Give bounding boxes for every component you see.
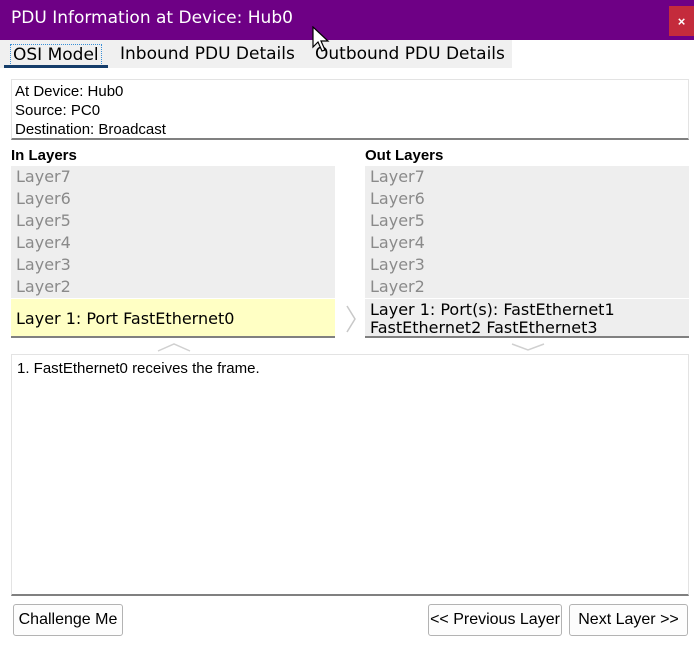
tab-bar: OSI Model Inbound PDU Details Outbound P… <box>0 40 694 68</box>
mouse-cursor-icon <box>312 25 332 57</box>
in-layer-4[interactable]: Layer4 <box>11 232 335 254</box>
out-layer-7[interactable]: Layer7 <box>365 166 689 188</box>
in-layer-2[interactable]: Layer2 <box>11 276 335 298</box>
description-box: 1. FastEthernet0 receives the frame. <box>11 354 689 596</box>
out-layer-2[interactable]: Layer2 <box>365 276 689 298</box>
out-layer-4[interactable]: Layer4 <box>365 232 689 254</box>
next-layer-button[interactable]: Next Layer >> <box>569 604 688 636</box>
out-layer-1-line2: FastEthernet2 FastEthernet3 <box>370 318 598 337</box>
in-layer-7[interactable]: Layer7 <box>11 166 335 188</box>
device-info-box: At Device: Hub0 Source: PC0 Destination:… <box>11 79 689 140</box>
in-layer-1[interactable]: Layer 1: Port FastEthernet0 <box>11 299 335 338</box>
out-layer-6[interactable]: Layer6 <box>365 188 689 210</box>
out-layer-1[interactable]: Layer 1: Port(s): FastEthernet1 FastEthe… <box>365 299 689 338</box>
window-title: PDU Information at Device: Hub0 <box>11 8 293 28</box>
out-layers-heading: Out Layers <box>365 147 444 164</box>
tab-osi-model[interactable]: OSI Model <box>10 44 102 66</box>
tab-selected-indicator <box>4 65 108 68</box>
challenge-me-button[interactable]: Challenge Me <box>13 604 123 636</box>
chevron-right-icon <box>345 304 357 339</box>
at-device-text: At Device: Hub0 <box>15 83 124 100</box>
in-layers-heading: In Layers <box>11 147 77 164</box>
in-layers-list: Layer7 Layer6 Layer5 Layer4 Layer3 Layer… <box>11 166 335 338</box>
out-layer-1-line1: Layer 1: Port(s): FastEthernet1 <box>370 300 615 319</box>
in-layer-3[interactable]: Layer3 <box>11 254 335 276</box>
in-layer-6[interactable]: Layer6 <box>11 188 335 210</box>
source-text: Source: PC0 <box>15 102 101 119</box>
destination-text: Destination: Broadcast <box>15 121 166 138</box>
out-layer-3[interactable]: Layer3 <box>365 254 689 276</box>
close-button[interactable]: × <box>669 6 694 36</box>
title-bar: PDU Information at Device: Hub0 × <box>0 0 694 40</box>
previous-layer-button[interactable]: << Previous Layer <box>428 604 562 636</box>
out-layer-5[interactable]: Layer5 <box>365 210 689 232</box>
description-line: 1. FastEthernet0 receives the frame. <box>17 360 260 377</box>
tab-inbound-pdu-details[interactable]: Inbound PDU Details <box>120 44 295 64</box>
in-layer-5[interactable]: Layer5 <box>11 210 335 232</box>
out-layers-list: Layer7 Layer6 Layer5 Layer4 Layer3 Layer… <box>365 166 689 338</box>
tab-outbound-pdu-details[interactable]: Outbound PDU Details <box>315 44 505 64</box>
